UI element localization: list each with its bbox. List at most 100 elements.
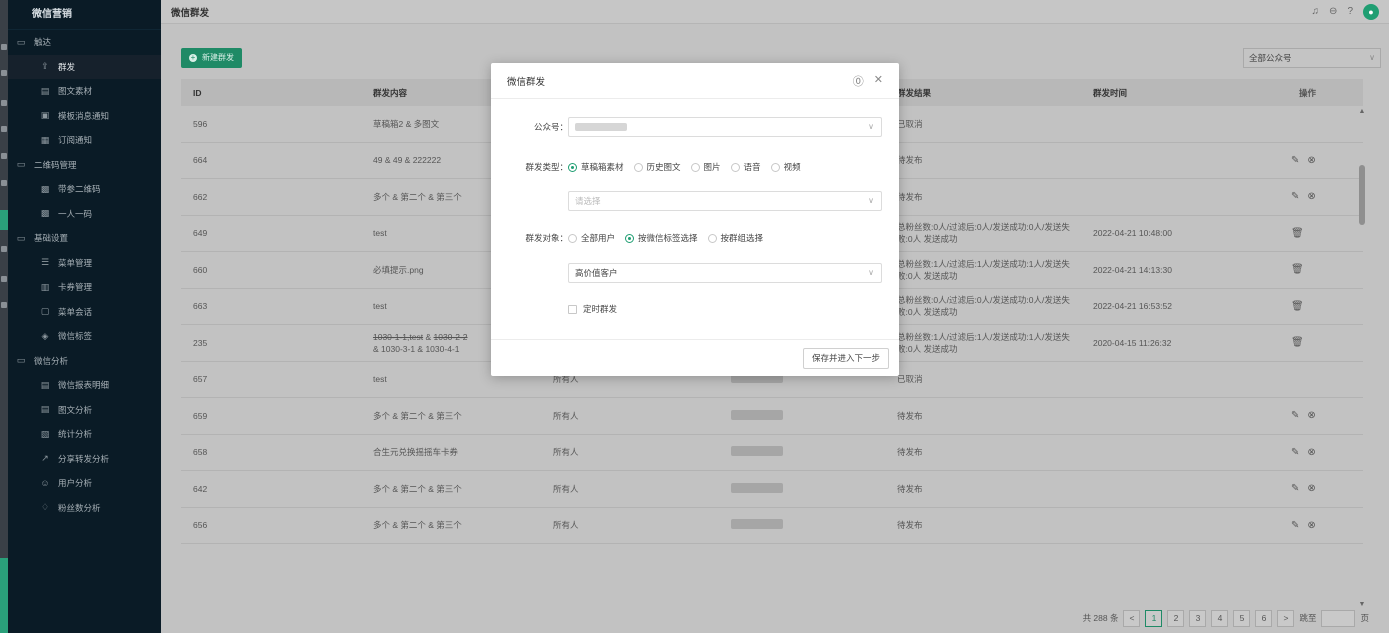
- target-radio[interactable]: 按群组选择: [707, 232, 763, 244]
- scroll-thumb[interactable]: [1359, 165, 1365, 225]
- sidebar-item[interactable]: ▩ 带参二维码: [8, 177, 161, 202]
- material-select[interactable]: 请选择 ∨: [568, 191, 882, 211]
- avatar[interactable]: ●: [1363, 3, 1379, 20]
- close-icon[interactable]: ✕: [874, 73, 883, 89]
- sidebar-item[interactable]: ▦ 订阅通知: [8, 128, 161, 153]
- target-radio[interactable]: 全部用户: [568, 232, 615, 244]
- sidebar-item[interactable]: ▥ 卡券管理: [8, 275, 161, 300]
- edit-icon[interactable]: ✎: [1291, 520, 1299, 531]
- content-struck-2: 1030-2-2: [433, 331, 468, 342]
- page-button[interactable]: 3: [1189, 609, 1207, 627]
- edit-icon[interactable]: ✎: [1291, 155, 1299, 166]
- schedule-checkbox[interactable]: [568, 304, 577, 314]
- edit-icon[interactable]: ✎: [1291, 410, 1299, 421]
- jump-input[interactable]: [1321, 609, 1356, 627]
- sidebar-item-label: 触达: [34, 37, 52, 48]
- account-select[interactable]: ∨: [568, 117, 882, 137]
- page-button[interactable]: 6: [1255, 609, 1273, 627]
- delete-icon[interactable]: 🗑: [1291, 301, 1304, 312]
- chat-icon: ▢: [40, 306, 50, 317]
- bell-icon[interactable]: ♫: [1312, 6, 1320, 17]
- rail-user-icon[interactable]: [1, 100, 7, 106]
- type-radio[interactable]: 草稿箱素材: [568, 161, 624, 173]
- rail-chart-icon[interactable]: [1, 180, 7, 186]
- cancel-icon[interactable]: ⊗: [1307, 155, 1315, 166]
- cancel-icon[interactable]: ⊗: [1307, 483, 1315, 494]
- sidebar-item[interactable]: ▭ 微信分析: [8, 349, 161, 374]
- sidebar-item-label: 群发: [58, 61, 76, 72]
- cancel-icon[interactable]: ⊗: [1307, 191, 1315, 202]
- sidebar-item[interactable]: ▭ 二维码管理: [8, 153, 161, 178]
- table-row: 659 多个 & 第二个 & 第三个 所有人 待发布 ✎ ⊗: [181, 398, 1363, 435]
- prev-page-button[interactable]: <: [1123, 609, 1141, 627]
- sidebar-item[interactable]: ▩ 一人一码: [8, 202, 161, 227]
- modal-footer: 保存并进入下一步: [491, 339, 899, 376]
- sidebar-item[interactable]: ▤ 图文素材: [8, 79, 161, 104]
- type-radio-label: 语音: [743, 162, 761, 172]
- delete-icon[interactable]: 🗑: [1291, 264, 1304, 275]
- edit-icon[interactable]: ✎: [1291, 447, 1299, 458]
- rail-home-icon[interactable]: [1, 44, 7, 50]
- save-next-button[interactable]: 保存并进入下一步: [802, 348, 889, 369]
- cell-result: 待发布: [897, 410, 923, 421]
- account-redacted: [731, 446, 783, 457]
- sidebar: 微信营销 ▭ 触达 ⇪ 群发 ▤ 图文素材 ▣ 模板消息通知 ▦ 订阅通知 ▭ 二维码管理 ▩ 带参二维码…: [8, 0, 161, 633]
- sidebar-item[interactable]: ▤ 图文分析: [8, 398, 161, 423]
- type-radio[interactable]: 语音: [730, 161, 761, 173]
- scroll-up-icon[interactable]: ▲: [1357, 108, 1367, 115]
- rail-wechat-icon[interactable]: [0, 210, 8, 230]
- qrcode-icon: ▩: [40, 183, 50, 194]
- sidebar-item[interactable]: ▭ 基础设置: [8, 226, 161, 251]
- sidebar-item[interactable]: ☺ 用户分析: [8, 471, 161, 496]
- scroll-down-icon[interactable]: ▼: [1357, 601, 1367, 608]
- rail-send-icon[interactable]: [1, 70, 7, 76]
- account-select[interactable]: 全部公众号 ∨: [1243, 48, 1381, 68]
- sidebar-item-label: 微信标签: [58, 331, 93, 342]
- type-radio[interactable]: 历史图文: [633, 161, 681, 173]
- sidebar-item-label: 基础设置: [34, 233, 69, 244]
- sidebar-item[interactable]: ▢ 菜单会话: [8, 300, 161, 325]
- rail-clock-icon[interactable]: [1, 276, 7, 282]
- rail-bottom-panel[interactable]: [0, 558, 8, 633]
- rail-db-icon[interactable]: [1, 302, 7, 308]
- edit-icon[interactable]: ✎: [1291, 483, 1299, 494]
- rail-doc-icon[interactable]: [1, 153, 7, 159]
- stats-icon: ▧: [40, 428, 50, 439]
- sidebar-item[interactable]: ⇪ 群发: [8, 54, 161, 79]
- page-button[interactable]: 5: [1233, 609, 1251, 627]
- target-radio[interactable]: 按微信标签选择: [625, 232, 698, 244]
- cancel-icon[interactable]: ⊗: [1307, 520, 1315, 531]
- delete-icon[interactable]: 🗑: [1291, 228, 1304, 239]
- cell-id: 657: [193, 374, 208, 385]
- next-page-button[interactable]: >: [1277, 609, 1295, 627]
- minus-circle-icon[interactable]: ⊖: [1329, 6, 1337, 17]
- sidebar-item[interactable]: ▭ 触达: [8, 30, 161, 55]
- sidebar-item[interactable]: ▣ 模板消息通知: [8, 104, 161, 129]
- page-button[interactable]: 1: [1145, 609, 1163, 627]
- cell-id: 596: [193, 118, 208, 129]
- cell-id: 659: [193, 410, 208, 421]
- delete-icon[interactable]: 🗑: [1291, 337, 1304, 348]
- table-scrollbar[interactable]: ▲ ▼: [1357, 108, 1367, 608]
- new-broadcast-button[interactable]: + 新建群发: [181, 48, 242, 68]
- edit-icon[interactable]: ✎: [1291, 191, 1299, 202]
- sidebar-item[interactable]: ◈ 微信标签: [8, 324, 161, 349]
- sidebar-item[interactable]: ▧ 统计分析: [8, 422, 161, 447]
- type-radio[interactable]: 视频: [770, 161, 801, 173]
- cancel-icon[interactable]: ⊗: [1307, 447, 1315, 458]
- page-button[interactable]: 2: [1167, 609, 1185, 627]
- help-icon[interactable]: ⓪: [853, 73, 864, 89]
- rail-stats-icon[interactable]: [1, 246, 7, 252]
- type-row: 群发类型： 草稿箱素材 历史图文 图片 语音 视频: [491, 161, 801, 173]
- sidebar-item[interactable]: ↗ 分享转发分析: [8, 447, 161, 472]
- type-radio[interactable]: 图片: [690, 161, 721, 173]
- sidebar-item[interactable]: ♢ 粉丝数分析: [8, 496, 161, 521]
- tag-select[interactable]: 高价值客户 ∨: [568, 263, 882, 283]
- help-icon[interactable]: ?: [1347, 6, 1353, 17]
- sidebar-item[interactable]: ☰ 菜单管理: [8, 251, 161, 276]
- page-button[interactable]: 4: [1211, 609, 1229, 627]
- rail-users-icon[interactable]: [1, 126, 7, 132]
- sidebar-item[interactable]: ▤ 微信报表明细: [8, 373, 161, 398]
- cancel-icon[interactable]: ⊗: [1307, 410, 1315, 421]
- cell-result: 总粉丝数:0人/过滤后:0人/发送成功:0人/发送失败:0人 发送成功: [897, 295, 1070, 318]
